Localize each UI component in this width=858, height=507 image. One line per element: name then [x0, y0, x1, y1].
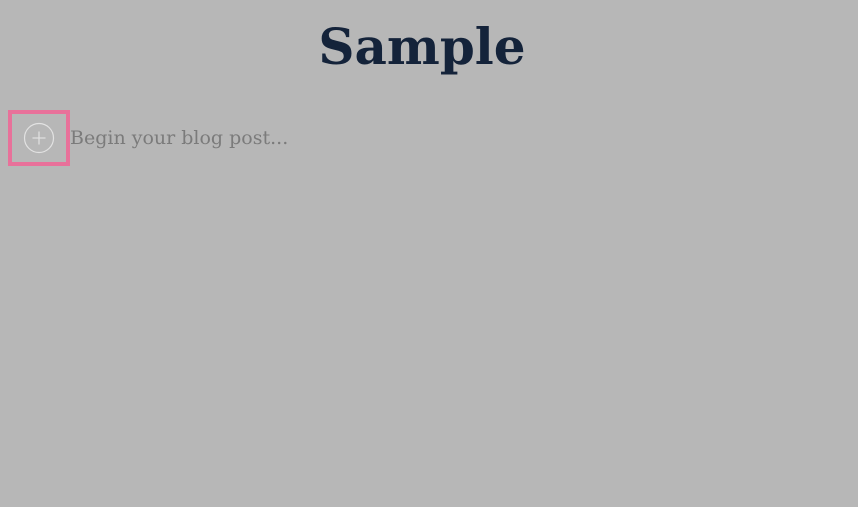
- editor-canvas: Sample Begin your blog post...: [0, 0, 858, 507]
- post-body-placeholder[interactable]: Begin your blog post...: [70, 110, 288, 166]
- block-inserter-button[interactable]: [8, 110, 70, 166]
- paragraph-block: Begin your blog post...: [8, 110, 288, 166]
- plus-circle-icon: [23, 122, 55, 154]
- post-title[interactable]: Sample: [0, 12, 844, 82]
